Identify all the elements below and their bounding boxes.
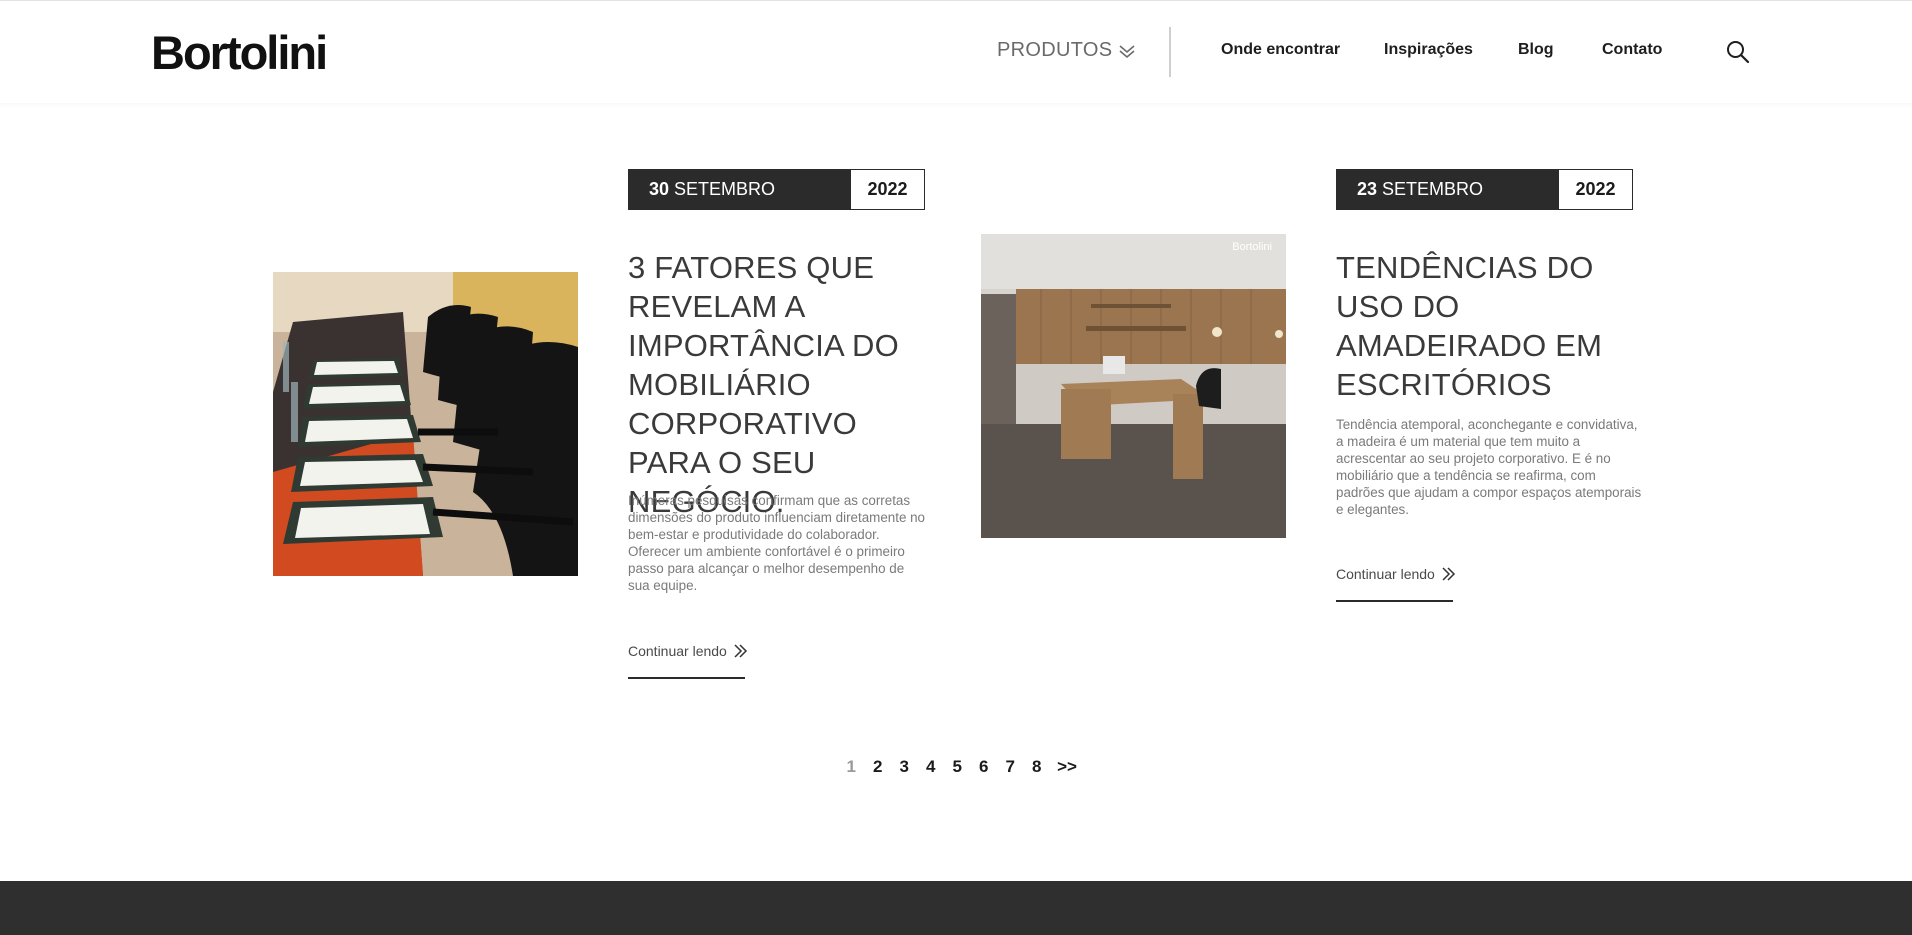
chevron-double-right-icon [1442, 567, 1455, 581]
search-icon[interactable] [1725, 39, 1751, 65]
post-date-day-month: 30 SETEMBRO [629, 170, 851, 209]
page-link-2[interactable]: 2 [865, 757, 892, 777]
post-year: 2022 [851, 170, 924, 209]
read-more-link[interactable]: Continuar lendo [1336, 566, 1457, 582]
footer [0, 881, 1912, 935]
page-link-8[interactable]: 8 [1024, 757, 1051, 777]
post-day: 23 [1357, 179, 1378, 199]
chevron-double-right-icon [734, 644, 747, 658]
page-link-1[interactable]: 1 [838, 757, 865, 777]
office-wood-image [981, 234, 1286, 538]
page-link-4[interactable]: 4 [918, 757, 945, 777]
nav-produtos-dropdown[interactable]: PRODUTOS [997, 39, 1136, 62]
nav-divider [1169, 27, 1171, 77]
nav-onde-encontrar[interactable]: Onde encontrar [1221, 41, 1340, 59]
logo[interactable]: Bortolini [151, 25, 328, 81]
post-thumbnail-conference-room[interactable] [273, 272, 578, 576]
image-watermark: Bortolini [1232, 241, 1272, 253]
post-month: SETEMBRO [1382, 179, 1484, 199]
post-title[interactable]: 3 FATORES QUE REVELAM A IMPORTÂNCIA DO M… [628, 248, 938, 521]
read-more-link[interactable]: Continuar lendo [628, 643, 749, 659]
nav-blog[interactable]: Blog [1518, 41, 1554, 59]
read-more-underline [1336, 600, 1453, 602]
page-link-5[interactable]: 5 [944, 757, 971, 777]
post-day: 30 [649, 179, 670, 199]
post-date-badge: 30 SETEMBRO 2022 [628, 169, 925, 210]
post-month: SETEMBRO [674, 179, 776, 199]
post-date-badge: 23 SETEMBRO 2022 [1336, 169, 1633, 210]
read-more-underline [628, 677, 745, 679]
post-year: 2022 [1559, 170, 1632, 209]
read-more-label: Continuar lendo [628, 643, 727, 659]
nav-contato[interactable]: Contato [1602, 41, 1662, 59]
pagination: 1 2 3 4 5 6 7 8 >> [838, 757, 1084, 777]
page-next[interactable]: >> [1050, 757, 1084, 777]
read-more-label: Continuar lendo [1336, 566, 1435, 582]
site-header: Bortolini PRODUTOS Onde encontrar Inspir… [0, 0, 1912, 103]
post-excerpt: Tendência atemporal, aconchegante e conv… [1336, 417, 1642, 517]
post-date-day-month: 23 SETEMBRO [1337, 170, 1559, 209]
post-excerpt: Inúmeras pesquisas confirmam que as corr… [628, 493, 926, 593]
nav-produtos-label: PRODUTOS [997, 39, 1113, 61]
post-thumbnail-office[interactable]: Bortolini [981, 234, 1286, 538]
page-link-7[interactable]: 7 [997, 757, 1024, 777]
page-link-3[interactable]: 3 [891, 757, 918, 777]
nav-inspiracoes[interactable]: Inspirações [1384, 41, 1473, 59]
chevron-double-down-icon [1119, 44, 1135, 58]
conference-room-image [273, 272, 578, 576]
post-title[interactable]: TENDÊNCIAS DO USO DO AMADEIRADO EM ESCRI… [1336, 248, 1636, 404]
page-link-6[interactable]: 6 [971, 757, 998, 777]
